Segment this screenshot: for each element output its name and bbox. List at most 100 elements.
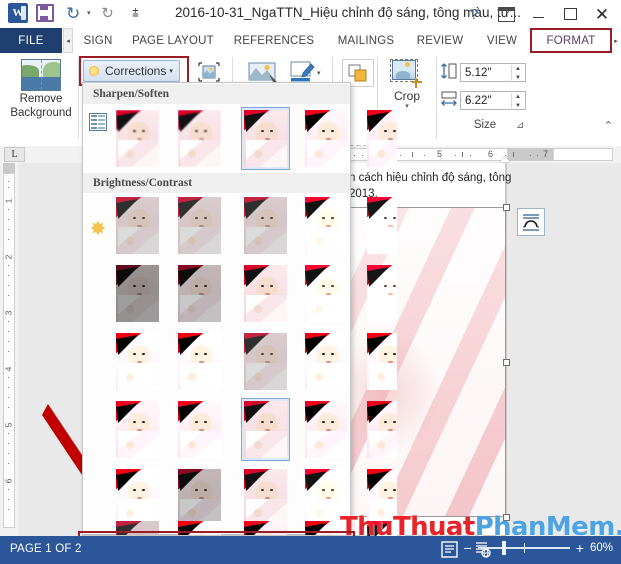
gallery-thumb[interactable] (116, 110, 159, 167)
gallery-thumb[interactable] (178, 333, 221, 390)
gallery-thumb[interactable] (367, 197, 397, 254)
change-picture-dropdown-icon[interactable]: ▾ (317, 69, 321, 77)
gallery-thumb[interactable] (367, 401, 397, 458)
sharpen-soften-icon (89, 113, 107, 131)
vruler-mark-2: 2 (3, 254, 14, 260)
indent-marker[interactable] (500, 156, 510, 162)
zoom-in-button[interactable]: + (576, 541, 584, 555)
undo-icon[interactable]: ↺ (62, 2, 84, 24)
format-tab-highlight (530, 28, 612, 53)
resize-handle-middle-right[interactable] (503, 359, 510, 366)
gallery-thumb[interactable] (116, 333, 159, 390)
gallery-thumb[interactable] (178, 110, 221, 167)
customize-qat-icon[interactable]: ⩲ (125, 2, 147, 24)
read-mode-icon[interactable] (440, 540, 459, 559)
shape-height-icon (440, 63, 458, 79)
zoom-controls: − + 60% (464, 541, 613, 555)
gallery-thumb[interactable] (178, 469, 221, 526)
layout-options-button[interactable] (517, 208, 545, 236)
gallery-thumb[interactable] (116, 265, 159, 322)
tab-view[interactable]: VIEW (478, 28, 526, 53)
remove-background-label-2: Background (10, 107, 72, 119)
size-dialog-launcher-icon[interactable]: ⊿ (516, 120, 524, 131)
corrections-gallery-dropdown[interactable]: Sharpen/Soften Brightness/Contrast (82, 82, 397, 547)
remove-background-label-1: Remove (19, 93, 63, 105)
gallery-section-title-brightness: Brightness/Contrast (93, 177, 193, 189)
gallery-thumb[interactable] (244, 197, 287, 254)
ribbon-tab-bar: FILE ◂ ▸ SIGN PAGE LAYOUT REFERENCES MAI… (0, 28, 621, 53)
vruler-mark-1: 1 (3, 198, 14, 204)
gallery-section-header-brightness: Brightness/Contrast (83, 173, 350, 193)
page-indicator[interactable]: PAGE 1 OF 2 (10, 543, 82, 555)
collapse-ribbon-icon[interactable]: ⌃ (604, 119, 613, 132)
resize-handle-top-right[interactable] (503, 204, 510, 211)
maximize-button[interactable] (555, 2, 585, 26)
tab-page-layout[interactable]: PAGE LAYOUT (126, 28, 220, 53)
vruler-mark-3: 3 (3, 310, 14, 316)
gallery-thumb[interactable] (367, 110, 397, 167)
shape-height-stepper[interactable]: ▲ ▼ (511, 65, 524, 82)
gallery-thumb[interactable] (244, 469, 287, 526)
word-app-icon[interactable]: W (8, 3, 28, 23)
word-window: W ↺ ▾ ↻ ⩲ 2016-10-31_NgaTTN_Hiệu chỉnh đ… (0, 0, 621, 564)
vruler-mark-4: 4 (3, 366, 14, 372)
gallery-thumb[interactable] (305, 401, 348, 458)
compress-pictures-icon[interactable] (246, 60, 280, 84)
tab-mailings[interactable]: MAILINGS (328, 28, 404, 53)
ruler-mark-6: 6 (488, 149, 494, 159)
gallery-thumb[interactable] (116, 401, 159, 458)
save-icon[interactable] (34, 2, 56, 24)
gallery-thumb[interactable] (367, 333, 397, 390)
remove-background-button[interactable]: Remove Background (10, 57, 72, 137)
tab-selector-button[interactable]: L (4, 147, 25, 162)
crop-dropdown-icon: ▾ (405, 103, 409, 110)
vertical-ruler[interactable]: 1 2 3 4 5 6 (0, 163, 19, 536)
tab-scroll-right[interactable]: ▸ (611, 28, 621, 53)
gallery-thumb[interactable] (178, 197, 221, 254)
artistic-effects-icon[interactable] (196, 61, 222, 83)
gallery-thumb[interactable] (244, 401, 287, 458)
help-button[interactable]: ? (459, 2, 489, 26)
zoom-level-label[interactable]: 60% (590, 542, 613, 554)
gallery-thumb[interactable] (116, 469, 159, 526)
shape-width-field[interactable]: 6.22" ▲ ▼ (460, 91, 526, 110)
gallery-thumb[interactable] (116, 197, 159, 254)
zoom-slider[interactable] (477, 541, 570, 555)
ruler-mark-7: 7 (543, 149, 549, 159)
minimize-button[interactable] (523, 2, 553, 26)
tab-review[interactable]: REVIEW (408, 28, 472, 53)
gallery-thumb[interactable] (244, 265, 287, 322)
zoom-out-button[interactable]: − (464, 541, 472, 555)
shape-width-icon (440, 91, 458, 107)
tab-references[interactable]: REFERENCES (228, 28, 320, 53)
status-bar: PAGE 1 OF 2 − + 60% (0, 536, 621, 564)
ribbon-display-options-button[interactable] (491, 2, 521, 26)
gallery-thumb[interactable] (244, 110, 287, 167)
undo-dropdown-icon[interactable]: ▾ (87, 9, 91, 17)
brightness-contrast-icon (89, 219, 107, 237)
gallery-thumb[interactable] (178, 265, 221, 322)
gallery-thumb[interactable] (244, 333, 287, 390)
window-controls: ? ✕ (459, 2, 617, 26)
gallery-thumb[interactable] (305, 333, 348, 390)
redo-icon[interactable]: ↻ (97, 2, 119, 24)
ruler-mark-5: 5 (437, 149, 443, 159)
gallery-thumb[interactable] (367, 265, 397, 322)
gallery-thumb[interactable] (178, 401, 221, 458)
vruler-mark-6: 6 (3, 478, 14, 484)
crop-icon (390, 59, 424, 89)
close-button[interactable]: ✕ (587, 2, 617, 26)
shape-height-field[interactable]: 5.12" ▲ ▼ (460, 63, 526, 82)
gallery-thumb[interactable] (305, 265, 348, 322)
crop-label: Crop (393, 89, 420, 103)
shape-width-stepper[interactable]: ▲ ▼ (511, 93, 524, 110)
change-picture-icon[interactable] (288, 60, 316, 84)
vruler-mark-5: 5 (3, 422, 14, 428)
gallery-thumb[interactable] (305, 110, 348, 167)
size-group-label: Size (473, 119, 497, 131)
zoom-slider-handle[interactable] (501, 541, 506, 555)
document-text-line-1[interactable]: n cách hiệu chỉnh độ sáng, tông (349, 172, 511, 184)
gallery-thumb[interactable] (305, 197, 348, 254)
tab-sign[interactable]: SIGN (72, 28, 124, 53)
tab-file[interactable]: FILE (0, 28, 62, 53)
